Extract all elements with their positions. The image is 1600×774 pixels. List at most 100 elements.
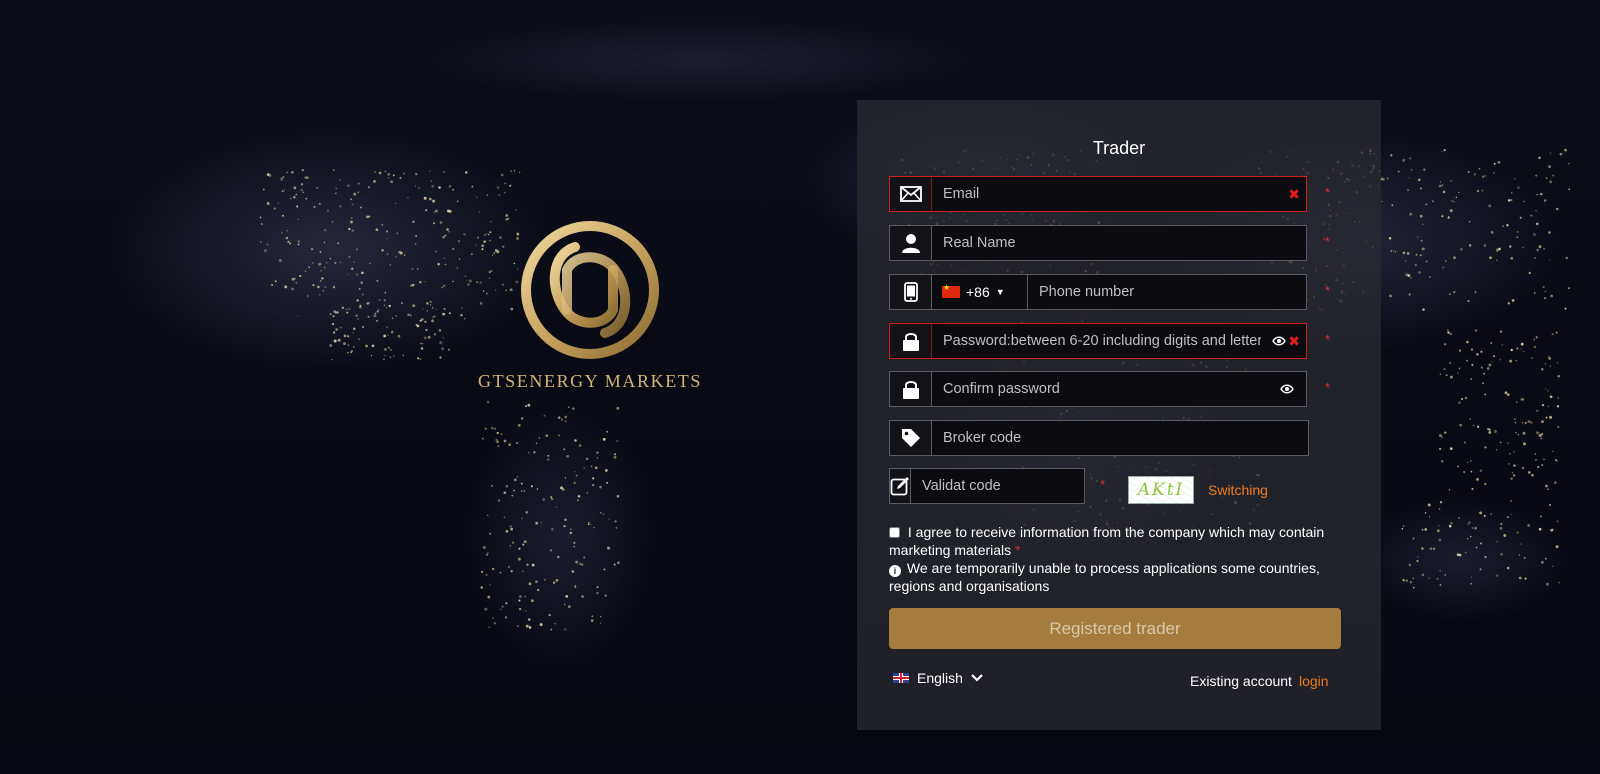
city-light-dot xyxy=(1549,259,1551,261)
city-light-dot xyxy=(1500,552,1503,556)
city-light-dot xyxy=(496,431,499,435)
city-light-dot xyxy=(1538,433,1542,437)
country-code-select[interactable]: +86 ▼ xyxy=(932,275,1028,309)
city-light-dot xyxy=(333,310,337,313)
city-light-dot xyxy=(346,311,349,314)
validat-code-input[interactable] xyxy=(911,469,1120,503)
city-light-dot xyxy=(563,524,566,528)
city-light-dot xyxy=(1540,560,1544,564)
city-light-dot xyxy=(545,434,549,437)
existing-account-label: Existing account xyxy=(1190,673,1292,689)
city-light-dot xyxy=(493,621,497,625)
city-light-dot xyxy=(1448,524,1452,528)
city-light-dot xyxy=(331,359,333,361)
city-light-dot xyxy=(615,527,618,529)
city-light-dot xyxy=(1544,557,1547,560)
city-light-dot xyxy=(312,283,315,287)
city-light-dot xyxy=(1521,466,1525,470)
city-light-dot xyxy=(1458,517,1460,519)
eye-icon[interactable] xyxy=(1280,384,1294,394)
city-light-dot xyxy=(381,249,384,252)
envelope-icon xyxy=(890,177,932,211)
city-light-dot xyxy=(606,481,609,484)
city-light-dot xyxy=(1547,405,1550,407)
city-light-dot xyxy=(505,602,508,605)
city-light-dot xyxy=(1406,252,1410,255)
confirm-password-input[interactable] xyxy=(932,372,1280,406)
city-light-dot xyxy=(1421,547,1424,550)
phone-input[interactable] xyxy=(1028,275,1306,309)
city-light-dot xyxy=(1533,338,1536,341)
switch-captcha-link[interactable]: Switching xyxy=(1208,482,1268,498)
broker-code-input[interactable] xyxy=(932,421,1308,455)
city-light-dot xyxy=(1567,162,1570,165)
city-light-dot xyxy=(1517,186,1520,189)
city-light-dot xyxy=(348,308,351,310)
city-light-dot xyxy=(463,233,466,236)
city-light-dot xyxy=(1468,521,1471,524)
city-light-dot xyxy=(355,314,358,318)
city-light-dot xyxy=(592,477,595,480)
city-light-dot xyxy=(1466,461,1469,464)
city-light-dot xyxy=(358,288,361,290)
city-light-dot xyxy=(1533,257,1537,260)
city-light-dot xyxy=(1402,251,1406,255)
lock-icon xyxy=(890,324,932,358)
city-light-dot xyxy=(384,348,387,351)
city-light-dot xyxy=(1541,464,1544,466)
city-light-dot xyxy=(554,623,556,625)
city-light-dot xyxy=(1568,188,1571,191)
city-light-dot xyxy=(316,186,319,189)
captcha-image[interactable]: AKtI xyxy=(1128,476,1194,504)
city-light-dot xyxy=(1444,574,1447,576)
language-selector[interactable]: English xyxy=(893,670,983,686)
required-mark: * xyxy=(1015,542,1021,558)
city-light-dot xyxy=(435,308,437,311)
required-mark: * xyxy=(1325,234,1331,249)
email-input[interactable] xyxy=(932,177,1289,211)
city-light-dot xyxy=(490,484,494,487)
city-light-dot xyxy=(1541,433,1544,436)
city-light-dot xyxy=(383,299,386,302)
city-light-dot xyxy=(1467,170,1470,173)
city-light-dot xyxy=(1495,574,1499,577)
city-light-dot xyxy=(1443,343,1447,346)
password-input[interactable] xyxy=(932,324,1273,358)
city-light-dot xyxy=(555,506,558,508)
city-light-dot xyxy=(1439,569,1442,572)
city-light-dot xyxy=(1495,448,1498,451)
city-light-dot xyxy=(499,608,502,611)
city-light-dot xyxy=(505,616,508,619)
city-light-dot xyxy=(339,179,341,181)
uk-flag-icon xyxy=(893,673,909,683)
city-light-dot xyxy=(1490,361,1493,363)
city-light-dot xyxy=(1448,489,1451,491)
city-light-dot xyxy=(497,499,501,502)
confirm-password-field xyxy=(889,371,1307,407)
agree-checkbox[interactable] xyxy=(889,527,900,538)
city-light-dot xyxy=(337,242,340,245)
city-light-dot xyxy=(1548,165,1551,169)
city-light-dot xyxy=(527,618,531,621)
city-light-dot xyxy=(386,238,388,240)
city-light-dot xyxy=(1556,405,1560,408)
register-trader-button[interactable]: Registered trader xyxy=(889,608,1341,649)
city-light-dot xyxy=(550,496,553,499)
chevron-down-icon xyxy=(971,674,983,682)
city-light-dot xyxy=(478,211,481,213)
city-light-dot xyxy=(1418,271,1421,274)
login-link[interactable]: login xyxy=(1299,673,1329,689)
city-light-dot xyxy=(1466,537,1469,540)
city-light-dot xyxy=(1408,293,1411,296)
city-light-dot xyxy=(396,232,399,234)
email-field: ✖ xyxy=(889,176,1307,212)
city-light-dot xyxy=(1404,260,1407,262)
city-light-dot xyxy=(550,628,553,631)
real-name-input[interactable] xyxy=(932,226,1306,260)
agree-row: I agree to receive information from the … xyxy=(889,523,1329,559)
city-light-dot xyxy=(1475,330,1478,332)
city-light-dot xyxy=(1544,290,1547,293)
city-light-dot xyxy=(1488,204,1492,208)
city-light-dot xyxy=(383,334,387,338)
eye-icon[interactable] xyxy=(1272,336,1287,346)
